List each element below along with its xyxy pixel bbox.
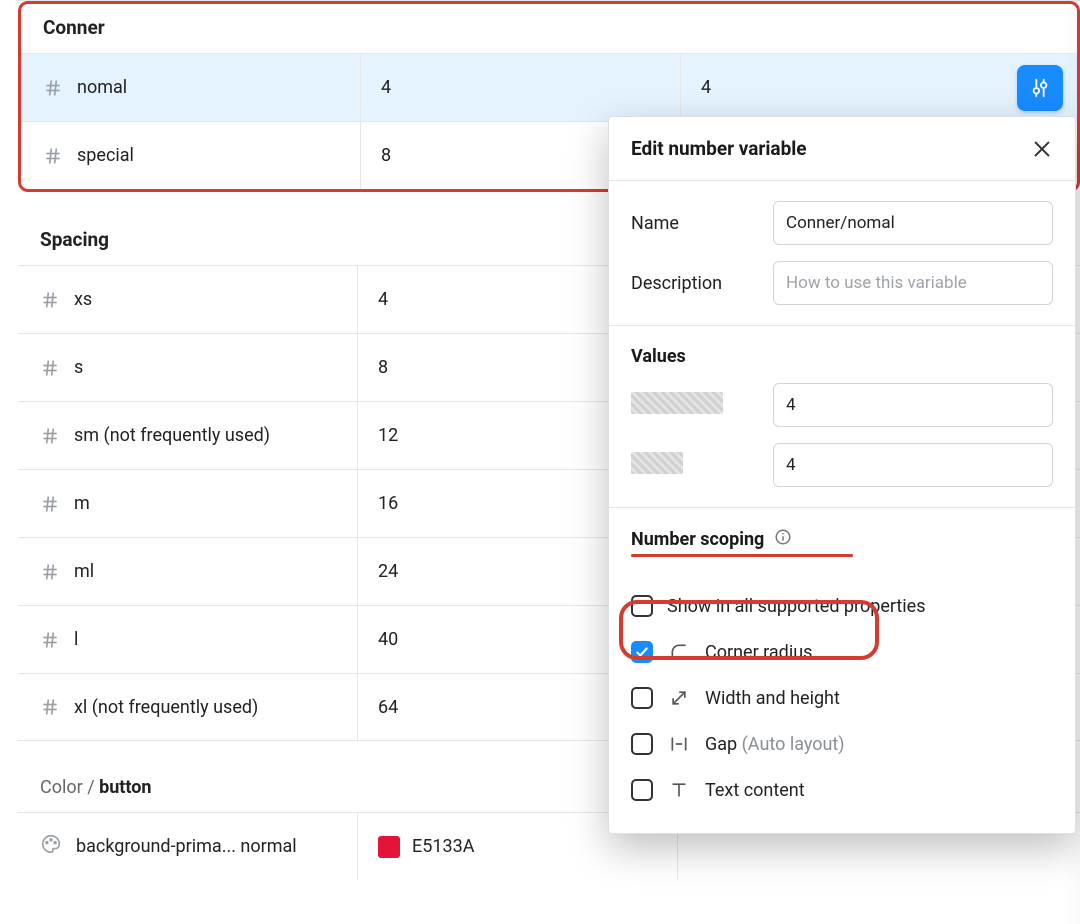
scope-option-label: Show in all supported properties [667, 596, 926, 617]
number-icon [43, 146, 63, 166]
edit-variable-button[interactable] [1017, 65, 1063, 111]
variable-name: s [74, 357, 83, 378]
checkbox-icon[interactable] [631, 733, 653, 755]
number-icon [40, 358, 60, 378]
scope-option-label: Gap (Auto layout) [705, 734, 845, 755]
field-label-name: Name [631, 213, 761, 234]
checkbox-icon[interactable] [631, 779, 653, 801]
scope-option-corner-radius[interactable]: Corner radius [631, 629, 1053, 675]
checkbox-icon[interactable] [631, 641, 653, 663]
number-icon [40, 697, 60, 717]
info-icon[interactable] [774, 528, 792, 551]
mode-value-input[interactable] [773, 443, 1053, 487]
checkbox-icon[interactable] [631, 595, 653, 617]
number-icon [40, 426, 60, 446]
color-swatch [378, 836, 400, 858]
mode-label [631, 452, 761, 479]
scope-option-label: Corner radius [705, 642, 812, 663]
section-title: Conner [21, 4, 1077, 53]
close-icon[interactable] [1031, 138, 1053, 160]
edit-variable-popover: Edit number variable Name Description Va… [608, 116, 1076, 834]
name-input[interactable] [773, 201, 1053, 245]
variable-name: nomal [77, 77, 127, 98]
popover-title: Edit number variable [631, 137, 807, 160]
table-row[interactable]: nomal 4 4 [21, 53, 1077, 121]
variable-name: xs [74, 289, 92, 310]
variable-name: m [74, 493, 90, 514]
mode-value-input[interactable] [773, 383, 1053, 427]
scoping-title: Number scoping [631, 529, 764, 550]
scope-option-text-content[interactable]: Text content [631, 767, 1053, 813]
variable-name: special [77, 145, 134, 166]
number-icon [40, 630, 60, 650]
field-label-description: Description [631, 273, 761, 294]
color-icon [40, 833, 62, 860]
values-title: Values [631, 346, 1053, 367]
scope-option-all[interactable]: Show in all supported properties [631, 583, 1053, 629]
mode-label [631, 392, 761, 419]
scope-option-width-height[interactable]: Width and height [631, 675, 1053, 721]
variable-name: ml [74, 561, 94, 582]
scope-option-label: Text content [705, 780, 805, 801]
gap-icon [667, 734, 691, 754]
variable-name: l [74, 629, 78, 650]
variable-value-col1[interactable]: 4 [361, 54, 681, 121]
description-input[interactable] [773, 261, 1053, 305]
number-icon [43, 78, 63, 98]
number-icon [40, 562, 60, 582]
corner-radius-icon [667, 642, 691, 662]
variable-name: sm (not frequently used) [74, 425, 270, 446]
variable-name: background-prima... normal [76, 836, 297, 857]
annotation-underline [631, 554, 853, 557]
number-icon [40, 290, 60, 310]
text-icon [667, 780, 691, 800]
checkbox-icon[interactable] [631, 687, 653, 709]
scope-option-label: Width and height [705, 688, 840, 709]
number-icon [40, 494, 60, 514]
variable-name: xl (not frequently used) [74, 697, 258, 718]
variable-value-col2[interactable]: 4 [681, 54, 1077, 121]
resize-icon [667, 688, 691, 708]
scope-option-gap[interactable]: Gap (Auto layout) [631, 721, 1053, 767]
